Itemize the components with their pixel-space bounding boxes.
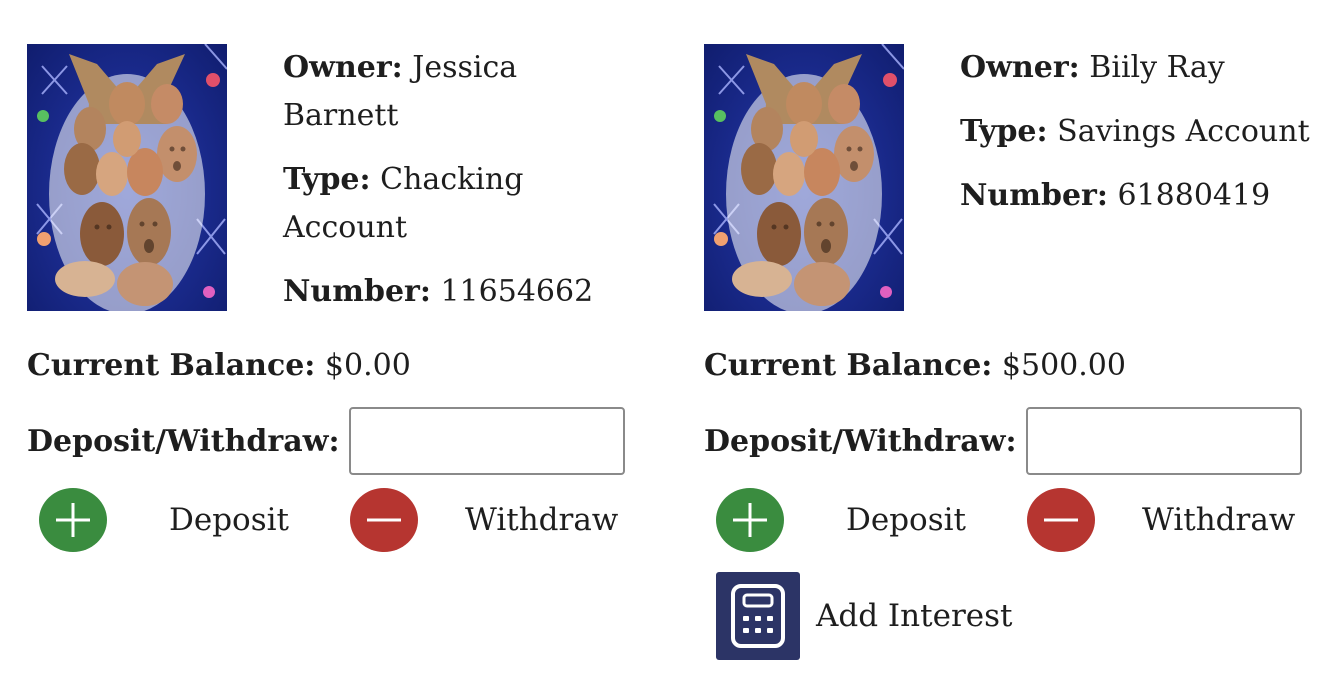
type-label: Type:: [960, 114, 1048, 149]
minus-icon: [1044, 518, 1078, 522]
deposit-label[interactable]: Deposit: [846, 496, 966, 544]
balance-value: $0.00: [324, 348, 411, 383]
withdraw-label[interactable]: Withdraw: [465, 496, 618, 544]
number-label: Number:: [283, 274, 431, 309]
account-info: Owner: Jessica Barnett Type: Chacking Ac…: [283, 44, 633, 332]
deposit-withdraw-label: Deposit/Withdraw:: [27, 424, 340, 459]
minus-icon: [367, 518, 401, 522]
deposit-label[interactable]: Deposit: [169, 496, 289, 544]
plus-icon: [56, 503, 90, 537]
type-line: Type: Savings Account: [960, 108, 1310, 156]
deposit-button[interactable]: [39, 488, 107, 552]
amount-input[interactable]: [349, 407, 625, 475]
deposit-withdraw-label: Deposit/Withdraw:: [704, 424, 1017, 459]
withdraw-label[interactable]: Withdraw: [1142, 496, 1295, 544]
owner-label: Owner:: [283, 50, 403, 85]
add-interest-button[interactable]: [716, 572, 800, 660]
balance-label: Current Balance:: [27, 348, 316, 383]
deposit-button[interactable]: [716, 488, 784, 552]
number-line: Number: 11654662: [283, 268, 633, 316]
withdraw-button[interactable]: [350, 488, 418, 552]
add-interest-label[interactable]: Add Interest: [816, 592, 1012, 640]
balance-line: Current Balance: $0.00: [27, 342, 411, 390]
account-card-2: Owner: Biily Ray Type: Savings Account N…: [677, 0, 1317, 676]
number-label: Number:: [960, 178, 1108, 213]
account-photo: [704, 44, 904, 311]
number-value: 61880419: [1117, 178, 1271, 213]
owner-line: Owner: Jessica Barnett: [283, 44, 633, 140]
owner-line: Owner: Biily Ray: [960, 44, 1310, 92]
balance-line: Current Balance: $500.00: [704, 342, 1126, 390]
amount-input[interactable]: [1026, 407, 1302, 475]
account-photo: [27, 44, 227, 311]
balance-value: $500.00: [1001, 348, 1126, 383]
type-value: Savings Account: [1057, 114, 1310, 149]
type-line: Type: Chacking Account: [283, 156, 633, 252]
plus-icon: [733, 503, 767, 537]
owner-value: Biily Ray: [1089, 50, 1225, 85]
account-card-1: Owner: Jessica Barnett Type: Chacking Ac…: [0, 0, 640, 676]
calculator-icon: [731, 584, 785, 648]
number-value: 11654662: [440, 274, 594, 309]
number-line: Number: 61880419: [960, 172, 1310, 220]
type-label: Type:: [283, 162, 371, 197]
account-info: Owner: Biily Ray Type: Savings Account N…: [960, 44, 1310, 236]
owner-label: Owner:: [960, 50, 1080, 85]
balance-label: Current Balance:: [704, 348, 993, 383]
withdraw-button[interactable]: [1027, 488, 1095, 552]
